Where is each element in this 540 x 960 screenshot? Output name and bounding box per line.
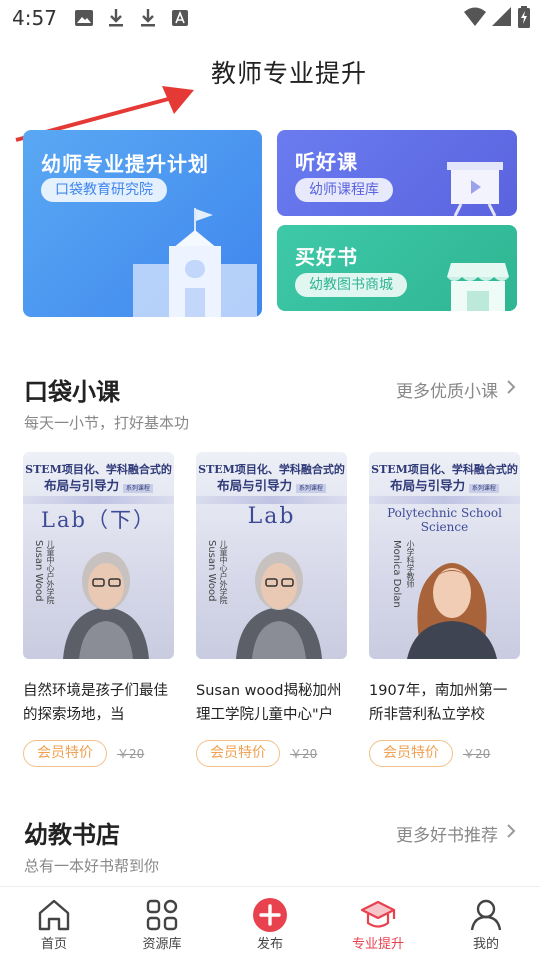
plus-circle-icon <box>252 897 288 933</box>
bookstore-subtitle: 总有一本好书帮到你 <box>24 857 160 875</box>
nav-label: 发布 <box>256 937 283 952</box>
cover-vertical-text: 儿童中心户外学院 <box>46 540 55 604</box>
school-building-icon <box>133 208 257 317</box>
course-description: 1907年，南加州第一所非营利私立学校——… <box>369 683 508 723</box>
pocket-course-subtitle: 每天一小节，打好基本功 <box>24 414 190 432</box>
wifi-icon <box>464 7 486 31</box>
cover-person-name: Susan Wood <box>206 540 217 602</box>
font-icon <box>171 8 189 28</box>
cover-band <box>23 496 174 504</box>
notification-icons <box>74 8 189 28</box>
cover-band <box>369 496 520 504</box>
nav-professional[interactable]: 专业提升 <box>324 887 432 960</box>
cover-line1: STEM项目化、学科融合式的 <box>198 463 345 476</box>
more-courses-label: 更多优质小课 <box>396 382 498 402</box>
status-bar: 4:57 <box>0 0 540 36</box>
grid-icon <box>144 897 180 933</box>
course-price-row: 会员特价 ￥20 <box>369 740 520 767</box>
more-books-link[interactable]: 更多好书推荐 <box>396 821 516 846</box>
cover-heading: STEM项目化、学科融合式的 布局与引导力 系列课程 <box>369 462 520 497</box>
nav-home[interactable]: 首页 <box>0 887 108 960</box>
store-icon <box>447 263 509 311</box>
signal-icon <box>492 7 512 31</box>
instructor-photo <box>236 552 322 659</box>
listen-course-banner[interactable]: 听好课 幼师课程库 <box>277 130 517 216</box>
original-price: ￥20 <box>463 747 491 761</box>
pocket-course-title: 口袋小课 <box>24 378 120 406</box>
instructor-photo <box>63 552 149 659</box>
course-card[interactable]: STEM项目化、学科融合式的 布局与引导力 系列课程 Polytechnic S… <box>369 452 520 767</box>
course-description: 自然环境是孩子们最佳的探索场地，当STEM… <box>23 683 168 723</box>
vip-price-tag: 会员特价 <box>369 740 453 767</box>
cover-line2: 布局与引导力 <box>44 478 120 493</box>
nav-resources[interactable]: 资源库 <box>108 887 216 960</box>
original-price: ￥20 <box>117 747 145 761</box>
download-icon <box>139 8 157 28</box>
course-description: Susan wood揭秘加州理工学院儿童中心"户外… <box>196 683 342 723</box>
cover-series: 系列课程 <box>295 484 326 493</box>
cover-line1: STEM项目化、学科融合式的 <box>25 463 172 476</box>
nav-label: 资源库 <box>142 937 182 952</box>
cover-line2: 布局与引导力 <box>390 478 466 493</box>
user-icon <box>468 897 504 933</box>
cover-series: 系列课程 <box>122 484 153 493</box>
banner-title: 听好课 <box>295 150 358 174</box>
download-icon <box>107 8 125 28</box>
cover-heading: STEM项目化、学科融合式的 布局与引导力 系列课程 <box>23 462 174 497</box>
cover-band <box>196 496 347 504</box>
buy-book-banner[interactable]: 买好书 幼教图书商城 <box>277 225 517 311</box>
nav-publish[interactable]: 发布 <box>216 887 324 960</box>
bottom-nav: 首页 资源库 发布 专业提升 我的 <box>0 886 540 960</box>
chevron-right-icon <box>506 823 516 844</box>
nav-label: 专业提升 <box>351 937 404 952</box>
cover-line2-wrap: 布局与引导力 系列课程 <box>23 478 174 497</box>
vip-price-tag: 会员特价 <box>23 740 107 767</box>
cover-line2-wrap: 布局与引导力 系列课程 <box>369 478 520 497</box>
course-cover: STEM项目化、学科融合式的 布局与引导力 系列课程 Polytechnic S… <box>369 452 520 659</box>
more-books-label: 更多好书推荐 <box>396 826 498 846</box>
nav-label: 我的 <box>472 937 499 952</box>
course-cover: STEM项目化、学科融合式的 布局与引导力 系列课程 Lab 儿童中心户外学院 … <box>196 452 347 659</box>
nav-label: 首页 <box>40 937 67 952</box>
banner-title: 幼师专业提升计划 <box>41 152 209 176</box>
nav-mine[interactable]: 我的 <box>432 887 540 960</box>
banner-tag: 幼师课程库 <box>295 178 393 202</box>
instructor-photo <box>407 563 497 659</box>
image-icon <box>74 8 93 28</box>
cover-series: 系列课程 <box>468 484 499 493</box>
course-card[interactable]: STEM项目化、学科融合式的 布局与引导力 系列课程 Lab（下） 儿童中心户外… <box>23 452 174 767</box>
cover-person-name: Susan Wood <box>33 540 44 602</box>
cover-person-name: Monica Dolan <box>391 540 402 608</box>
chevron-right-icon <box>506 379 516 400</box>
cover-main-title: Lab <box>247 504 296 529</box>
cover-main-title: Polytechnic School Science <box>387 506 502 534</box>
cover-line1: STEM项目化、学科融合式的 <box>371 463 518 476</box>
bookstore-title: 幼教书店 <box>24 821 120 849</box>
graduation-cap-icon <box>360 897 396 933</box>
banner-title: 买好书 <box>295 245 358 269</box>
original-price: ￥20 <box>290 747 318 761</box>
cover-heading: STEM项目化、学科融合式的 布局与引导力 系列课程 <box>196 462 347 497</box>
home-icon <box>36 897 72 933</box>
cover-main-title: Lab（下） <box>41 508 156 532</box>
banner-tag: 幼教图书商城 <box>295 273 407 297</box>
cover-line2: 布局与引导力 <box>217 478 293 493</box>
course-cover: STEM项目化、学科融合式的 布局与引导力 系列课程 Lab（下） 儿童中心户外… <box>23 452 174 659</box>
battery-icon <box>518 6 530 32</box>
video-board-icon <box>447 162 503 216</box>
more-courses-link[interactable]: 更多优质小课 <box>396 377 516 402</box>
status-time: 4:57 <box>12 6 57 30</box>
banner-tag: 口袋教育研究院 <box>41 178 167 202</box>
course-price-row: 会员特价 ￥20 <box>196 740 347 767</box>
cover-vertical-text: 儿童中心户外学院 <box>219 540 228 604</box>
teacher-plan-banner[interactable]: 幼师专业提升计划 口袋教育研究院 <box>23 130 262 317</box>
vip-price-tag: 会员特价 <box>196 740 280 767</box>
system-icons <box>464 6 530 32</box>
course-price-row: 会员特价 ￥20 <box>23 740 174 767</box>
cover-line2-wrap: 布局与引导力 系列课程 <box>196 478 347 497</box>
course-card[interactable]: STEM项目化、学科融合式的 布局与引导力 系列课程 Lab 儿童中心户外学院 … <box>196 452 347 767</box>
